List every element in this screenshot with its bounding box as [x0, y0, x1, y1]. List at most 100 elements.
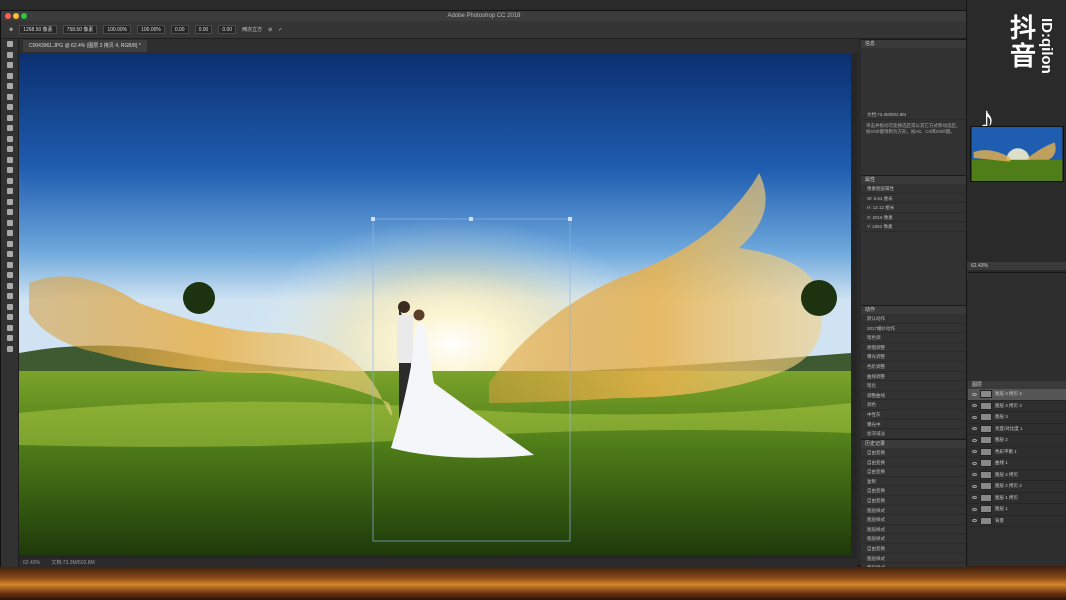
history-item[interactable]: 自由变换 — [861, 486, 967, 496]
navigator-zoom[interactable]: 62.43% — [967, 262, 1066, 270]
history-item[interactable]: 自由变换 — [861, 496, 967, 506]
visibility-eye-icon[interactable] — [972, 461, 977, 465]
layer-row[interactable]: 图层 3 拷贝 3 — [968, 401, 1066, 412]
tool-icon[interactable] — [1, 333, 19, 344]
layer-row[interactable]: 图层 2 — [968, 435, 1066, 447]
layer-row[interactable]: 曲线 1 — [968, 458, 1066, 470]
commit-transform-icon[interactable]: ✓ — [278, 27, 282, 33]
action-item[interactable]: 曲线调整 — [861, 372, 967, 382]
visibility-eye-icon[interactable] — [972, 427, 977, 431]
visibility-eye-icon[interactable] — [972, 484, 977, 488]
tool-icon[interactable] — [1, 323, 19, 334]
tool-icon[interactable] — [1, 270, 19, 281]
tool-icon[interactable] — [1, 186, 19, 197]
tool-icon[interactable] — [1, 249, 19, 260]
history-item[interactable]: 自由变换 — [861, 458, 967, 468]
x-field[interactable]: 1268.50 像素 — [19, 25, 57, 34]
history-item[interactable]: 自由变换 — [861, 467, 967, 477]
history-panel-title[interactable]: 历史记录 — [861, 440, 967, 448]
cancel-transform-icon[interactable]: ⊘ — [268, 27, 272, 33]
action-item[interactable]: 调整曲线 — [861, 391, 967, 401]
tool-icon[interactable] — [1, 176, 19, 187]
info-panel-title[interactable]: 信息 — [861, 40, 967, 48]
layer-row[interactable]: 图层 1 — [968, 504, 1066, 516]
width-field[interactable]: 100.00% — [103, 25, 132, 34]
history-item[interactable]: 自由变换 — [861, 544, 967, 554]
tool-icon[interactable] — [1, 260, 19, 271]
properties-y[interactable]: Y: 2352 像素 — [861, 222, 967, 232]
visibility-eye-icon[interactable] — [972, 415, 977, 419]
tool-icon[interactable] — [1, 102, 19, 113]
history-item[interactable]: 图层样式 — [861, 515, 967, 525]
visibility-eye-icon[interactable] — [972, 507, 977, 511]
visibility-eye-icon[interactable] — [972, 392, 977, 396]
tool-icon[interactable] — [1, 134, 19, 145]
history-item[interactable]: 复制 — [861, 477, 967, 487]
visibility-eye-icon[interactable] — [972, 438, 977, 442]
action-item[interactable]: 曝光调整 — [861, 352, 967, 362]
tool-icon[interactable] — [1, 123, 19, 134]
history-item[interactable]: 自由变换 — [861, 448, 967, 458]
layer-row[interactable]: 图层 1 拷贝 — [968, 493, 1066, 504]
tool-icon[interactable] — [1, 71, 19, 82]
status-zoom[interactable]: 62.43% — [23, 560, 40, 566]
tool-icon[interactable] — [1, 39, 19, 50]
tool-icon[interactable] — [1, 81, 19, 92]
action-item[interactable]: 中性灰 — [861, 410, 967, 420]
visibility-eye-icon[interactable] — [972, 450, 977, 454]
layer-row[interactable]: 图层 2 拷贝 — [968, 470, 1066, 481]
interpolation-select[interactable]: 两次立方 — [242, 26, 262, 33]
history-item[interactable]: 图层样式 — [861, 534, 967, 544]
action-item[interactable]: 暗色调 — [861, 333, 967, 343]
history-item[interactable]: 图层样式 — [861, 506, 967, 516]
actions-panel-title[interactable]: 动作 — [861, 306, 967, 314]
visibility-eye-icon[interactable] — [972, 404, 977, 408]
properties-width[interactable]: W: 6.64 厘米 — [861, 194, 967, 204]
document-tab[interactable]: C0043961.JPG @ 62.4% (图层 3 拷贝 4, RGB/8) … — [23, 40, 147, 52]
tool-icon[interactable] — [1, 50, 19, 61]
tool-icon[interactable] — [1, 155, 19, 166]
history-item[interactable]: 图层样式 — [861, 563, 967, 567]
action-item[interactable]: 调色 — [861, 400, 967, 410]
move-tool-icon[interactable]: ✥ — [9, 27, 13, 33]
tool-icon[interactable] — [1, 312, 19, 323]
layer-row[interactable]: 图层 3 拷贝 4 — [968, 389, 1066, 401]
action-item[interactable]: 原图调整 — [861, 343, 967, 353]
tool-icon[interactable] — [1, 281, 19, 292]
tool-icon[interactable] — [1, 165, 19, 176]
tool-icon[interactable] — [1, 92, 19, 103]
layer-row[interactable]: 图层 2 拷贝 2 — [968, 481, 1066, 493]
tool-icon[interactable] — [1, 344, 19, 355]
navigator-thumbnail[interactable] — [970, 126, 1064, 182]
v-skew-field[interactable]: 0.00 — [218, 25, 237, 34]
y-field[interactable]: 758.50 像素 — [62, 25, 98, 34]
tool-icon[interactable] — [1, 228, 19, 239]
action-item[interactable]: 加深减淡 — [861, 429, 967, 439]
action-item[interactable]: 暗化 — [861, 381, 967, 391]
height-field[interactable]: 100.00% — [137, 25, 165, 34]
layer-row[interactable]: 图层 3 — [968, 412, 1066, 424]
action-item[interactable]: 默认动作 — [861, 314, 967, 324]
visibility-eye-icon[interactable] — [972, 496, 977, 500]
tool-icon[interactable] — [1, 144, 19, 155]
layer-row[interactable]: 背景 — [968, 516, 1066, 527]
tool-icon[interactable] — [1, 197, 19, 208]
tool-icon[interactable] — [1, 207, 19, 218]
action-item[interactable]: 曝光中 — [861, 420, 967, 430]
canvas-area[interactable] — [19, 53, 857, 559]
history-item[interactable]: 图层样式 — [861, 554, 967, 564]
history-item[interactable]: 图层样式 — [861, 525, 967, 535]
tool-icon[interactable] — [1, 239, 19, 250]
visibility-eye-icon[interactable] — [972, 473, 977, 477]
layer-row[interactable]: 亮度/对比度 1 — [968, 424, 1066, 435]
properties-panel-title[interactable]: 属性 — [861, 176, 967, 184]
visibility-eye-icon[interactable] — [972, 519, 977, 523]
action-item[interactable]: 2017婚纱动作 — [861, 324, 967, 334]
action-item[interactable]: 色阶调整 — [861, 362, 967, 372]
layer-row[interactable]: 色彩平衡 1 — [968, 447, 1066, 458]
properties-height[interactable]: H: 12.12 厘米 — [861, 203, 967, 213]
layers-panel-title[interactable]: 图层 — [968, 381, 1066, 389]
tool-icon[interactable] — [1, 218, 19, 229]
properties-x[interactable]: X: 2016 像素 — [861, 213, 967, 223]
h-skew-field[interactable]: 0.00 — [194, 25, 213, 34]
